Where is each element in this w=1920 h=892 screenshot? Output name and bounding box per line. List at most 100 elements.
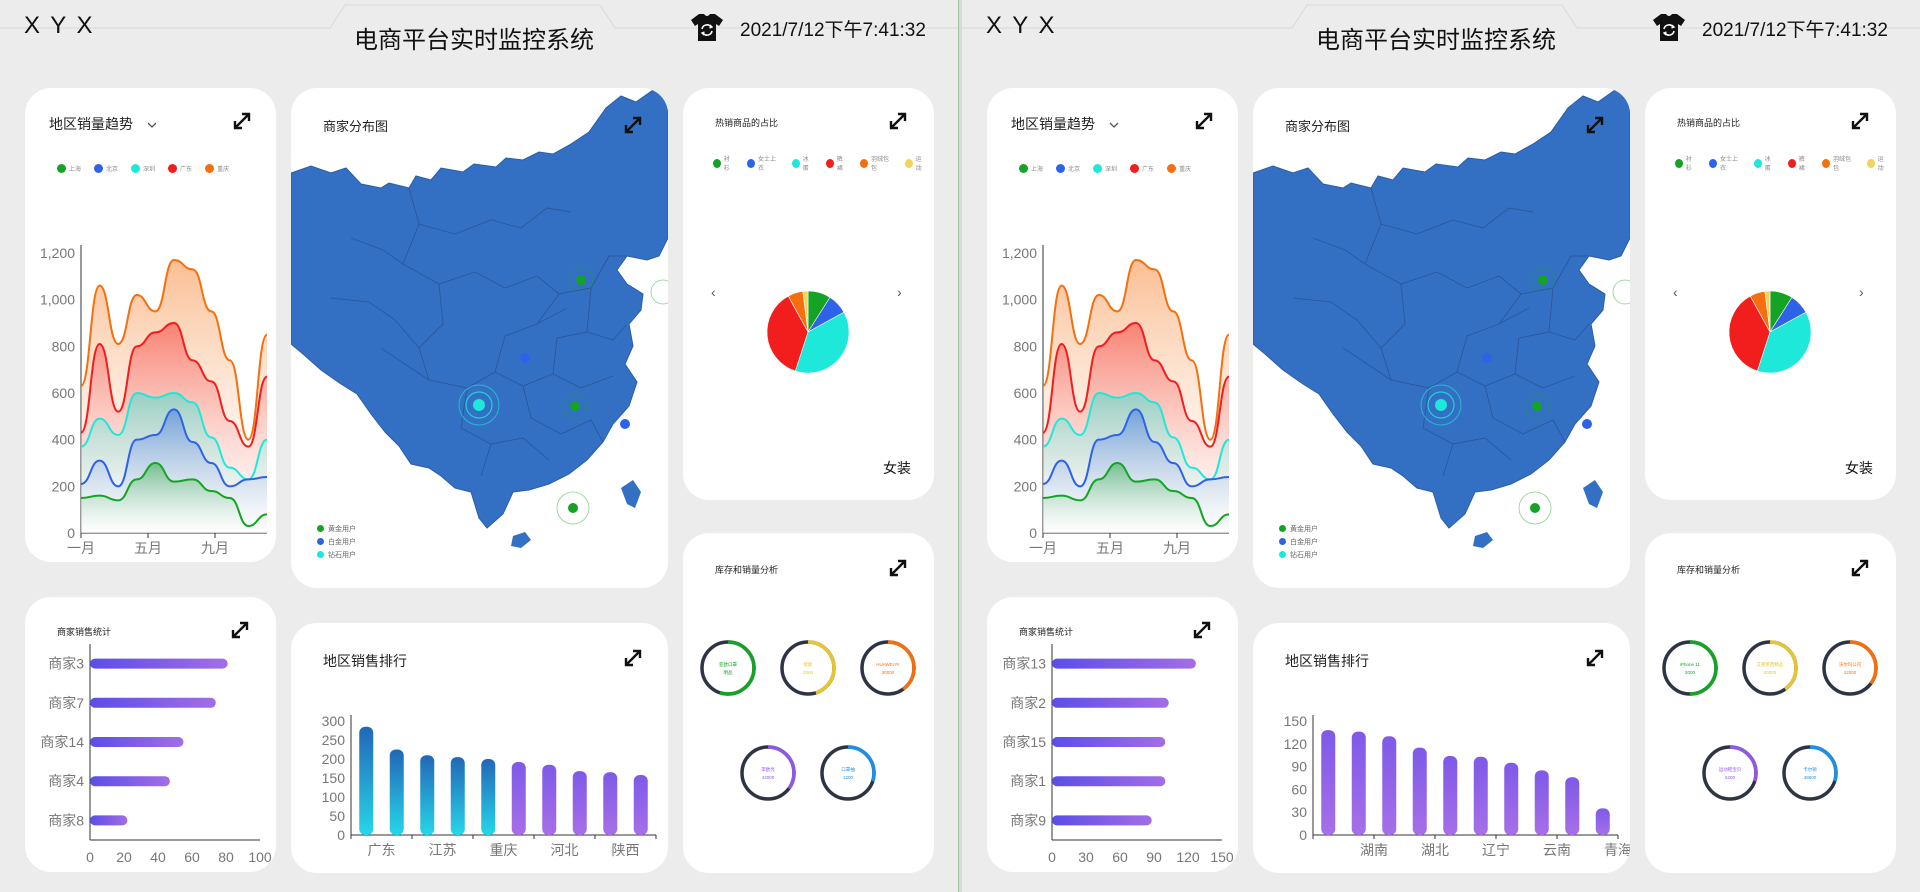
- merchant-map-card: 商家分布图 黄金用户 白金用户 钻石用户: [1253, 88, 1630, 588]
- ring-label-name: 李欧亮: [761, 766, 775, 773]
- bar: [1534, 770, 1549, 835]
- bar: [542, 764, 557, 835]
- expand-icon[interactable]: [1584, 114, 1606, 136]
- bar: [1052, 737, 1166, 747]
- x-tick-label: 150: [1210, 849, 1234, 865]
- bar: [481, 759, 496, 835]
- x-tick-label: 江苏: [429, 842, 457, 858]
- y-tick-label: 250: [322, 732, 346, 748]
- merchant-sales-card: 商家销售统计 商家3 商家7 商家14 商家4 商家8 0 20 40 60 80 100: [25, 597, 276, 872]
- y-tick-label: 1,200: [40, 245, 75, 261]
- category-label: 商家9: [1010, 812, 1046, 828]
- x-tick-label: 广东: [368, 842, 396, 858]
- stock-rings: iPhone 11 2000 艾德莱西精品 20000 沃尔玛公司 12000 运动鞋宝贝 5…: [1662, 640, 1878, 801]
- china-map: [291, 89, 668, 548]
- merchant-map-card: 商家分布图 黄金用户 白金用户 钻石用户: [291, 88, 668, 588]
- y-tick-label: 30: [1291, 804, 1307, 820]
- region-rank-card: 地区销售排行 150 120 90 60 30 0 湖南 湖北 辽宁 云南 青海: [1253, 623, 1630, 873]
- marker-shanghai: [1582, 419, 1592, 429]
- bar: [1321, 730, 1336, 835]
- y-tick-label: 200: [322, 751, 346, 767]
- ring-label-value: 2000: [1685, 670, 1696, 675]
- ring-label-value: 5200: [1725, 775, 1736, 780]
- y-tick-label: 1,000: [1002, 292, 1037, 308]
- theme-switch-icon[interactable]: [1652, 12, 1686, 42]
- y-tick-label: 150: [1284, 713, 1308, 729]
- y-tick-label: 60: [1291, 781, 1307, 797]
- legend-dot: [317, 551, 324, 558]
- bar: [90, 776, 170, 787]
- ring-label-name: 运动鞋宝贝: [1719, 766, 1742, 773]
- legend-item[interactable]: 钻石用户: [317, 548, 356, 561]
- y-tick-label: 400: [1014, 432, 1038, 448]
- merchant-sales-chart: 商家3 商家7 商家14 商家4 商家8 0 20 40 60 80 100: [40, 644, 272, 865]
- bar: [359, 726, 374, 835]
- y-tick-label: 600: [1014, 385, 1038, 401]
- bar: [511, 762, 526, 835]
- x-tick-label: 湖南: [1360, 842, 1388, 858]
- bar: [420, 755, 435, 835]
- x-tick-label: 60: [184, 849, 200, 865]
- y-tick-label: 1,200: [1002, 245, 1037, 261]
- bar: [450, 757, 465, 835]
- x-tick-label: 60: [1112, 849, 1128, 865]
- legend-item[interactable]: 黄金用户: [317, 522, 356, 535]
- x-tick-label: 陕西: [612, 842, 640, 858]
- legend-label: 钻石用户: [1290, 551, 1318, 559]
- category-label: 商家3: [48, 656, 84, 672]
- bar: [1595, 808, 1610, 835]
- trend-chart: 1,200 1,000 800 600 400 200 0一月 五月 九月: [40, 245, 268, 556]
- category-label: 商家2: [1010, 695, 1046, 711]
- ring-label-value: 30000: [882, 670, 895, 675]
- x-tick-label: 90: [1146, 849, 1162, 865]
- bar: [90, 658, 228, 669]
- trend-chart: 1,200 1,000 800 600 400 200 0一月 五月 九月: [1002, 245, 1230, 556]
- ring-label-name: 艾德莱西精品: [1757, 661, 1784, 668]
- legend-item[interactable]: 钻石用户: [1279, 548, 1318, 561]
- ring-label-value: 48600: [1804, 775, 1817, 780]
- y-tick-label: 90: [1291, 759, 1307, 775]
- merchant-sales-card: 商家销售统计 商家13 商家2 商家15 商家1 商家9 0 30 60 90 120 150: [987, 597, 1238, 872]
- x-tick-label: 80: [218, 849, 234, 865]
- ring-label-value: 42000: [762, 775, 775, 780]
- hot-products-pie: [766, 290, 850, 374]
- y-tick-label: 0: [1029, 525, 1037, 541]
- legend-item[interactable]: 黄金用户: [1279, 522, 1318, 535]
- hot-products-card: 热销商品的占比 衬衫 女士上衣 冰蛋 裤裙 羽绒包包 运动 ‹ › 女装: [683, 88, 934, 500]
- legend-item[interactable]: 白金用户: [317, 535, 356, 548]
- legend-label: 白金用户: [1290, 538, 1318, 546]
- marker-guangzhou: [556, 491, 590, 525]
- legend-dot: [1279, 525, 1286, 532]
- legend-item[interactable]: 白金用户: [1279, 535, 1318, 548]
- marker-xian: [520, 353, 530, 363]
- page-title: 电商平台实时监控系统: [354, 27, 594, 54]
- bar: [1412, 747, 1427, 835]
- x-tick-label: 五月: [134, 540, 162, 556]
- x-tick-label: 九月: [1163, 540, 1191, 556]
- category-label: 商家13: [1002, 656, 1046, 672]
- legend-label: 钻石用户: [328, 551, 356, 559]
- bar: [1052, 776, 1166, 787]
- ring-label-name: 亚欧口罩: [719, 661, 737, 668]
- x-tick-label: 五月: [1096, 540, 1124, 556]
- y-tick-label: 100: [322, 789, 346, 805]
- x-tick-label: 湖北: [1421, 842, 1449, 858]
- expand-icon[interactable]: [622, 114, 644, 136]
- bar: [1052, 815, 1152, 826]
- bar: [1504, 762, 1519, 835]
- ring-label-name: 沃尔玛公司: [1839, 661, 1862, 668]
- y-tick-label: 800: [1014, 338, 1038, 354]
- china-map: [1253, 89, 1630, 548]
- y-tick-label: 0: [67, 525, 75, 541]
- x-tick-label: 0: [86, 849, 94, 865]
- ring-label-name: iPhone 11: [1680, 662, 1700, 667]
- y-tick-label: 0: [1299, 827, 1307, 843]
- logo-text: X Y X: [24, 12, 95, 39]
- bar: [90, 697, 216, 708]
- theme-switch-icon[interactable]: [690, 12, 724, 42]
- y-tick-label: 200: [1014, 478, 1038, 494]
- y-tick-label: 50: [329, 808, 345, 824]
- x-tick-label: 一月: [67, 540, 95, 556]
- ring-label-name: 卡尔顿: [1803, 766, 1817, 773]
- ring-label-value: 20000: [1764, 670, 1777, 675]
